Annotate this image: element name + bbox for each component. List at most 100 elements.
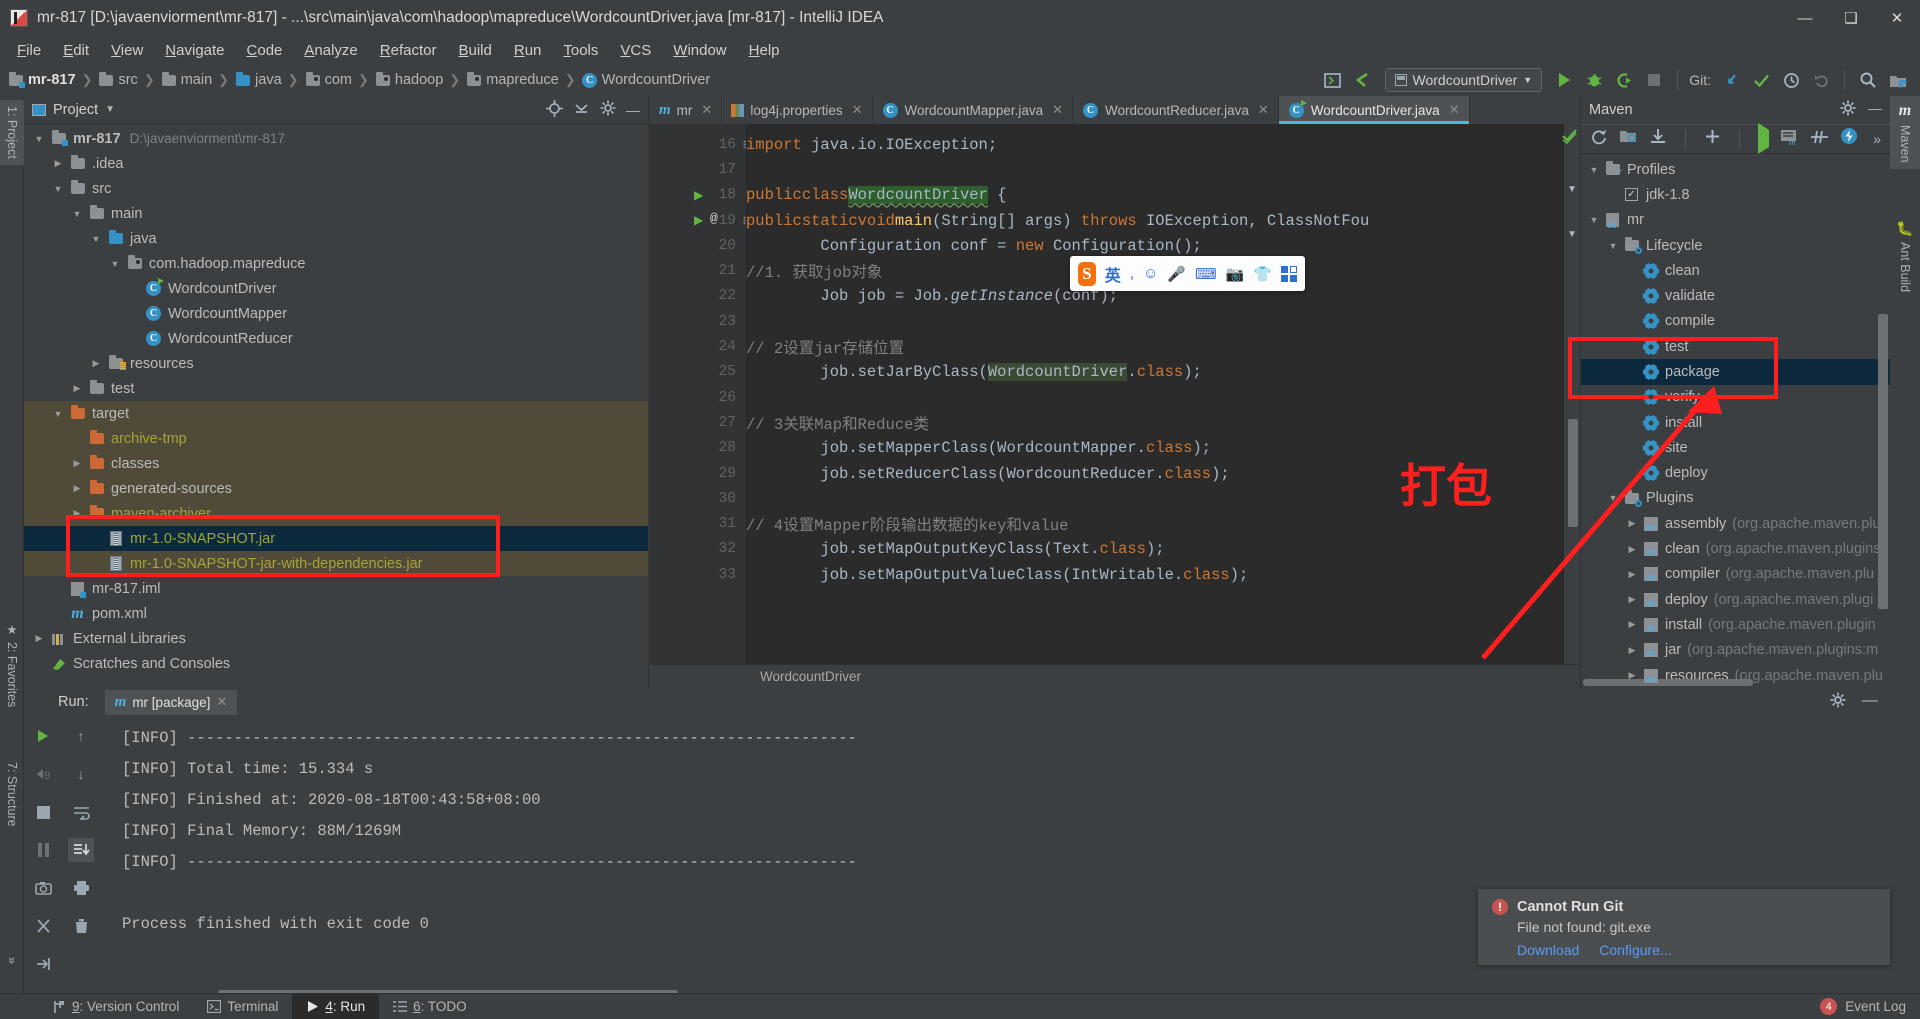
project-tree-item[interactable]: C WordcountDriver [24,276,648,301]
project-tree-item[interactable]: mr-1.0-SNAPSHOT-jar-with-dependencies.ja… [24,551,648,576]
tree-collapse-arrow-icon[interactable]: ▼ [51,409,65,419]
debug-button[interactable] [1580,67,1608,93]
maven-tree-item[interactable]: ▼ Lifecycle [1581,233,1890,258]
project-tree-item[interactable]: m pom.xml [24,601,648,626]
breadcrumb-item-mr-817[interactable]: mr-817 [8,71,76,88]
project-tree-item[interactable]: mr-817.iml [24,576,648,601]
menu-item-tools[interactable]: Tools [552,39,609,62]
tree-expand-arrow-icon[interactable]: ▶ [32,633,46,644]
tree-collapse-arrow-icon[interactable]: ▼ [1587,165,1601,175]
project-tree-item[interactable]: ▼ java [24,226,648,251]
project-tree-item[interactable]: Scratches and Consoles [24,651,648,676]
menu-item-code[interactable]: Code [236,39,294,62]
sogou-logo-icon[interactable]: S [1078,261,1096,286]
breadcrumb-item-src[interactable]: src [98,71,138,88]
download-sources-icon[interactable] [1649,128,1667,150]
configure-link[interactable]: Configure... [1599,942,1671,958]
project-tree-item[interactable]: C WordcountReducer [24,326,648,351]
emoji-icon[interactable]: ☺ [1143,265,1158,282]
maximize-button[interactable]: ❑ [1828,0,1874,36]
scroll-to-end-icon[interactable] [68,838,94,862]
export-icon[interactable] [30,952,56,976]
maven-tree-item[interactable]: ▼ m mr [1581,208,1890,233]
breadcrumb-item-com[interactable]: com [305,71,352,88]
tree-expand-arrow-icon[interactable]: ▶ [1625,518,1639,529]
sidebar-item-ant-build[interactable]: 🐛 Ant Build [1890,214,1920,298]
punctuation-icon[interactable]: , [1130,265,1134,282]
search-icon[interactable] [1854,67,1882,93]
tree-expand-arrow-icon[interactable]: ▶ [1625,645,1639,656]
git-commit-icon[interactable] [1747,67,1775,93]
maven-tree-item[interactable]: install [1581,410,1890,435]
project-tree-item[interactable]: ▶ resources [24,351,648,376]
close-button[interactable]: ✕ [1874,0,1920,36]
tree-collapse-arrow-icon[interactable]: ▼ [1606,241,1620,251]
close-icon[interactable]: ✕ [216,694,227,710]
status-bar-item-terminal[interactable]: Terminal [193,994,292,1019]
breadcrumb-item-wordcountdriver[interactable]: C WordcountDriver [582,72,710,88]
breadcrumb-item-main[interactable]: main [161,71,212,88]
gear-icon[interactable] [1830,692,1846,713]
project-tree-item[interactable]: ▶ classes [24,451,648,476]
editor-tab-wordcountreducer-java[interactable]: C WordcountReducer.java ✕ [1073,96,1279,124]
menu-item-help[interactable]: Help [738,39,791,62]
menu-item-edit[interactable]: Edit [52,39,100,62]
override-gutter-icon[interactable]: @ [710,211,718,226]
editor-tab-mr[interactable]: m mr ✕ [650,96,723,124]
project-structure-icon[interactable] [1884,67,1912,93]
voice-input-icon[interactable]: 🎤 [1167,265,1186,283]
maven-tree-item[interactable]: ▶ assembly (org.apache.maven.plu [1581,511,1890,536]
maven-tree-item[interactable]: package [1581,359,1890,385]
project-tree-item[interactable]: ▼ src [24,176,648,201]
status-bar-item-9-version-control[interactable]: 9: Version Control [38,994,193,1019]
toolbox-icon[interactable] [1281,265,1297,282]
editor-tab-wordcountdriver-java[interactable]: C WordcountDriver.java ✕ [1278,96,1470,124]
sidebar-item-favorites[interactable]: ★ 2: Favorites [0,616,24,713]
git-history-icon[interactable] [1777,67,1805,93]
tree-collapse-arrow-icon[interactable]: ▼ [32,134,46,144]
project-tree-item[interactable]: C WordcountMapper [24,301,648,326]
hide-panel-icon[interactable]: — [1862,692,1878,713]
menu-item-build[interactable]: Build [447,39,502,62]
maven-tree-item[interactable]: site [1581,435,1890,460]
run-tab[interactable]: m mr [package] ✕ [104,689,238,715]
run-button[interactable] [1550,67,1578,93]
sidebar-item-project[interactable]: 1: Project [0,100,24,165]
code-area[interactable]: ⊟1617▶18▶@⊟19202122232425262728293031323… [650,124,1580,688]
maven-tree-item[interactable]: deploy [1581,461,1890,486]
close-icon[interactable]: ✕ [1258,102,1269,118]
maven-hscrollbar-thumb[interactable] [1583,678,1753,686]
maven-tree-item[interactable]: clean [1581,258,1890,283]
chevron-down-icon[interactable]: ▼ [105,104,115,115]
tree-expand-arrow-icon[interactable]: ▶ [70,483,84,494]
status-bar-item-4-run[interactable]: 4: Run [292,993,380,1019]
up-the-stack-icon[interactable]: ↑ [68,724,94,748]
maven-tree-item[interactable]: ▶ install (org.apache.maven.plugin [1581,612,1890,637]
project-tree-item[interactable]: ▶ generated-sources [24,476,648,501]
sidebar-item-maven[interactable]: m Maven [1890,96,1920,169]
maven-tree-item[interactable]: verify [1581,385,1890,410]
maven-tree-item[interactable]: compile [1581,309,1890,334]
soft-wrap-icon[interactable] [68,800,94,824]
maven-tree-item[interactable]: ▶ compiler (org.apache.maven.plu [1581,562,1890,587]
print-icon[interactable] [68,876,94,900]
rerun-button[interactable] [30,724,56,748]
close-icon[interactable]: ✕ [1052,102,1063,118]
maven-tree-item[interactable]: validate [1581,283,1890,308]
code-content[interactable]: import java.io.IOException; public class… [746,124,1580,688]
project-tree-item[interactable]: ▶ External Libraries [24,626,648,651]
toggle-offline-icon[interactable] [1840,127,1858,150]
menu-item-file[interactable]: File [6,39,52,62]
run-maven-build-icon[interactable] [1758,122,1769,154]
tree-collapse-arrow-icon[interactable]: ▼ [51,184,65,194]
project-tree-item[interactable]: ▶ .idea [24,151,648,176]
tree-expand-arrow-icon[interactable]: ▶ [1625,569,1639,580]
generate-sources-icon[interactable] [1619,128,1638,149]
toggle-skip-tests-icon[interactable] [1810,128,1829,150]
project-tree-item[interactable]: ▼ main [24,201,648,226]
locate-target-icon[interactable] [546,99,563,120]
tree-expand-arrow-icon[interactable]: ▶ [1625,544,1639,555]
maven-tree-item[interactable]: ▶ jar (org.apache.maven.plugins:m [1581,638,1890,663]
back-arrow-icon[interactable] [1349,67,1377,93]
camera-icon[interactable] [30,876,56,900]
